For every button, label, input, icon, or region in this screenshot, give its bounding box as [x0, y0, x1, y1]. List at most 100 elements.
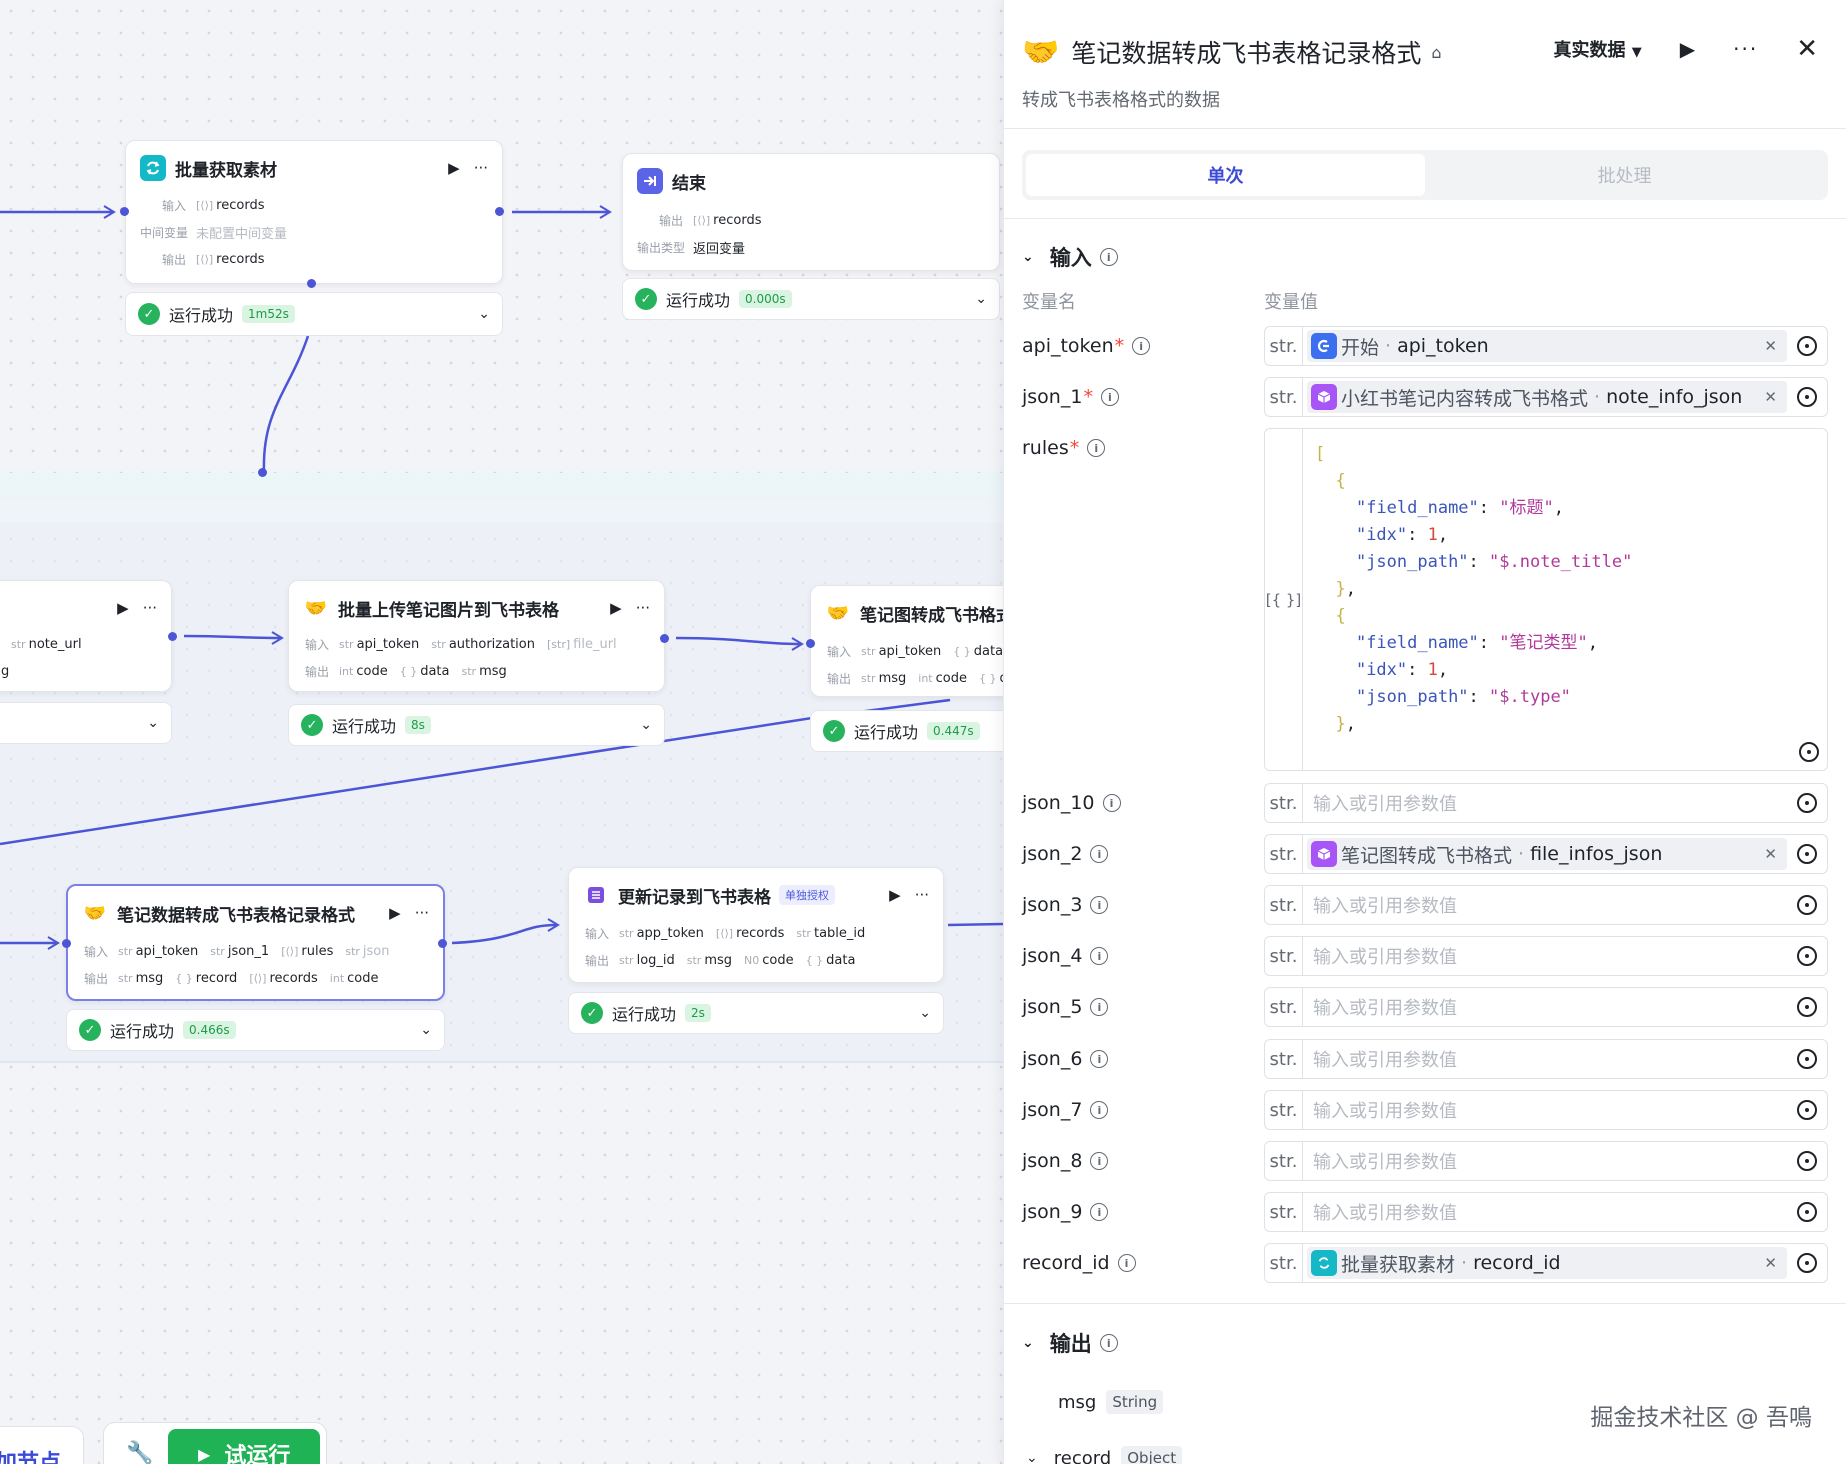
more-icon[interactable]: ···	[915, 886, 929, 904]
output-type: Object	[1121, 1446, 1183, 1464]
run-node-icon[interactable]: ▶	[1680, 37, 1695, 61]
port[interactable]	[258, 468, 267, 477]
reference-picker-icon[interactable]	[1787, 988, 1827, 1026]
reference-picker-icon[interactable]	[1787, 1040, 1827, 1078]
data-mode-select[interactable]: 真实数据 ▼	[1553, 36, 1641, 62]
output-item: msg String	[1058, 1390, 1164, 1414]
col-var-name: 变量名	[1022, 292, 1076, 313]
close-icon[interactable]: ✕	[1796, 34, 1818, 64]
tab-batch[interactable]: 批处理	[1425, 154, 1824, 196]
chevron-down-icon[interactable]: ⌄	[640, 717, 652, 733]
info-icon: i	[1090, 896, 1109, 914]
test-run-button[interactable]: ▶ 试运行	[168, 1429, 320, 1464]
param-name: json_7	[1022, 1099, 1083, 1121]
chevron-down-icon[interactable]: ⌄	[919, 1005, 931, 1021]
port[interactable]	[660, 634, 669, 643]
param-value[interactable]: str. 输入或引用参数值	[1264, 1039, 1828, 1079]
chevron-down-icon[interactable]: ⌄	[975, 291, 987, 307]
duration-badge: 0.000s	[739, 290, 792, 308]
run-node-icon[interactable]: ▶	[889, 886, 901, 904]
port[interactable]	[806, 639, 815, 648]
reference-picker-icon[interactable]	[1787, 327, 1827, 365]
wrench-icon[interactable]: 🔧	[126, 1441, 153, 1464]
param-value[interactable]: str. 输入或引用参数值	[1264, 1192, 1828, 1232]
workflow-canvas[interactable]: 批量获取素材 ▶ ··· 输入 [⟨⟩] records 中间变量 未配置中间变量…	[0, 0, 1003, 1464]
port[interactable]	[438, 939, 447, 948]
port[interactable]	[62, 939, 71, 948]
node-note-image-convert[interactable]: 🤝 笔记图转成飞书格式 输入 str api_token { } data 输出 s…	[810, 585, 1003, 697]
reference-picker-icon[interactable]	[1787, 1091, 1827, 1129]
node-partial[interactable]: ▶ ··· str note_url g	[0, 580, 172, 692]
reference-picker-icon[interactable]	[1787, 1244, 1827, 1282]
node-upload-images[interactable]: 🤝 批量上传笔记图片到飞书表格 ▶ ··· 输入 str api_token st…	[288, 580, 665, 692]
node-note-convert[interactable]: 🤝 笔记数据转成飞书表格记录格式 ▶ ··· 输入 str api_token s…	[66, 884, 445, 1001]
more-icon[interactable]: ···	[636, 599, 650, 617]
reference-picker-icon[interactable]	[1799, 742, 1819, 762]
run-status[interactable]: ✓ 运行成功 0.000s ⌄	[622, 278, 1000, 320]
info-icon: i	[1100, 388, 1119, 406]
reference-picker-icon[interactable]	[1787, 378, 1827, 416]
reference-picker-icon[interactable]	[1787, 784, 1827, 822]
edit-icon[interactable]: ⌂	[1431, 43, 1441, 62]
panel-description[interactable]: 转成飞书表格格式的数据	[1022, 86, 1220, 112]
port[interactable]	[120, 207, 129, 216]
param-value[interactable]: str. 输入或引用参数值	[1264, 987, 1828, 1027]
run-status[interactable]: ✓ 运行成功 1m52s ⌄	[125, 292, 503, 336]
param-value[interactable]: str. 笔记图转成飞书格式 · file_infos_json ✕	[1264, 834, 1828, 874]
run-node-icon[interactable]: ▶	[117, 599, 129, 617]
param-value[interactable]: str. 输入或引用参数值	[1264, 885, 1828, 925]
chevron-down-icon[interactable]: ⌄	[147, 715, 159, 731]
param-value[interactable]: str. 批量获取素材 · record_id ✕	[1264, 1243, 1828, 1283]
run-status[interactable]: ✓ 运行成功 8s ⌄	[288, 704, 665, 746]
run-node-icon[interactable]: ▶	[389, 904, 401, 922]
run-status[interactable]: ✓ 运行成功 0.447s	[810, 710, 1003, 752]
more-icon[interactable]: ···	[1733, 37, 1758, 61]
panel-title[interactable]: 笔记数据转成飞书表格记录格式	[1071, 34, 1421, 70]
chevron-down-icon[interactable]: ⌄	[420, 1022, 432, 1038]
param-value[interactable]: str. 输入或引用参数值	[1264, 783, 1828, 823]
input-section-header[interactable]: ⌄ 输入 i	[1022, 242, 1118, 272]
remove-icon[interactable]: ✕	[1764, 845, 1777, 863]
remove-icon[interactable]: ✕	[1764, 337, 1777, 355]
param-value[interactable]: str. 输入或引用参数值	[1264, 1141, 1828, 1181]
reference-picker-icon[interactable]	[1787, 1142, 1827, 1180]
more-icon[interactable]: ···	[474, 159, 488, 177]
param-value[interactable]: str. 开始 · api_token ✕	[1264, 326, 1828, 366]
reference-picker-icon[interactable]	[1787, 1193, 1827, 1231]
param-value[interactable]: str. 小红书笔记内容转成飞书格式 · note_info_json ✕	[1264, 377, 1828, 417]
more-icon[interactable]: ···	[143, 599, 157, 617]
tab-single[interactable]: 单次	[1026, 154, 1425, 196]
add-node-label[interactable]: 加节点	[0, 1445, 61, 1464]
node-batch-fetch[interactable]: 批量获取素材 ▶ ··· 输入 [⟨⟩] records 中间变量 未配置中间变量…	[125, 140, 503, 284]
param-value[interactable]: str. 输入或引用参数值	[1264, 936, 1828, 976]
port[interactable]	[495, 207, 504, 216]
status-text: 运行成功	[612, 1005, 677, 1024]
remove-icon[interactable]: ✕	[1764, 1254, 1777, 1272]
node-end[interactable]: 结束 输出 [⟨⟩] records 输出类型 返回变量	[622, 153, 1000, 271]
param-chip: str msg	[861, 670, 907, 686]
output-item[interactable]: ⌄ record Object	[1026, 1446, 1183, 1464]
add-node-toolbar[interactable]: 加节点	[0, 1426, 84, 1464]
remove-icon[interactable]: ✕	[1764, 388, 1777, 406]
reference-picker-icon[interactable]	[1787, 937, 1827, 975]
auth-badge[interactable]: 单独授权	[779, 885, 835, 905]
node-update-record[interactable]: 更新记录到飞书表格 单独授权 ▶ ··· 输入 str app_token [⟨⟩…	[568, 867, 944, 983]
run-status[interactable]: ⌄	[0, 702, 172, 744]
param-value[interactable]: str. 输入或引用参数值	[1264, 1090, 1828, 1130]
port[interactable]	[307, 279, 316, 288]
more-icon[interactable]: ···	[415, 904, 429, 922]
output-section-header[interactable]: ⌄ 输出 i	[1022, 1328, 1118, 1358]
run-node-icon[interactable]: ▶	[448, 159, 460, 177]
port[interactable]	[168, 632, 177, 641]
reference-picker-icon[interactable]	[1787, 835, 1827, 873]
play-icon: ▶	[198, 1444, 211, 1464]
code-content[interactable]: [ { "field_name": "标题", "idx": 1, "json_…	[1315, 441, 1632, 738]
chevron-down-icon[interactable]: ⌄	[478, 306, 490, 322]
info-icon: i	[1090, 947, 1109, 965]
run-status[interactable]: ✓ 运行成功 2s ⌄	[568, 992, 944, 1034]
node-title: 结束	[672, 173, 706, 194]
run-node-icon[interactable]: ▶	[610, 599, 622, 617]
reference-picker-icon[interactable]	[1787, 886, 1827, 924]
run-status[interactable]: ✓ 运行成功 0.466s ⌄	[66, 1009, 445, 1051]
rules-code-editor[interactable]: [{ }] [ { "field_name": "标题", "idx": 1, …	[1264, 428, 1828, 771]
